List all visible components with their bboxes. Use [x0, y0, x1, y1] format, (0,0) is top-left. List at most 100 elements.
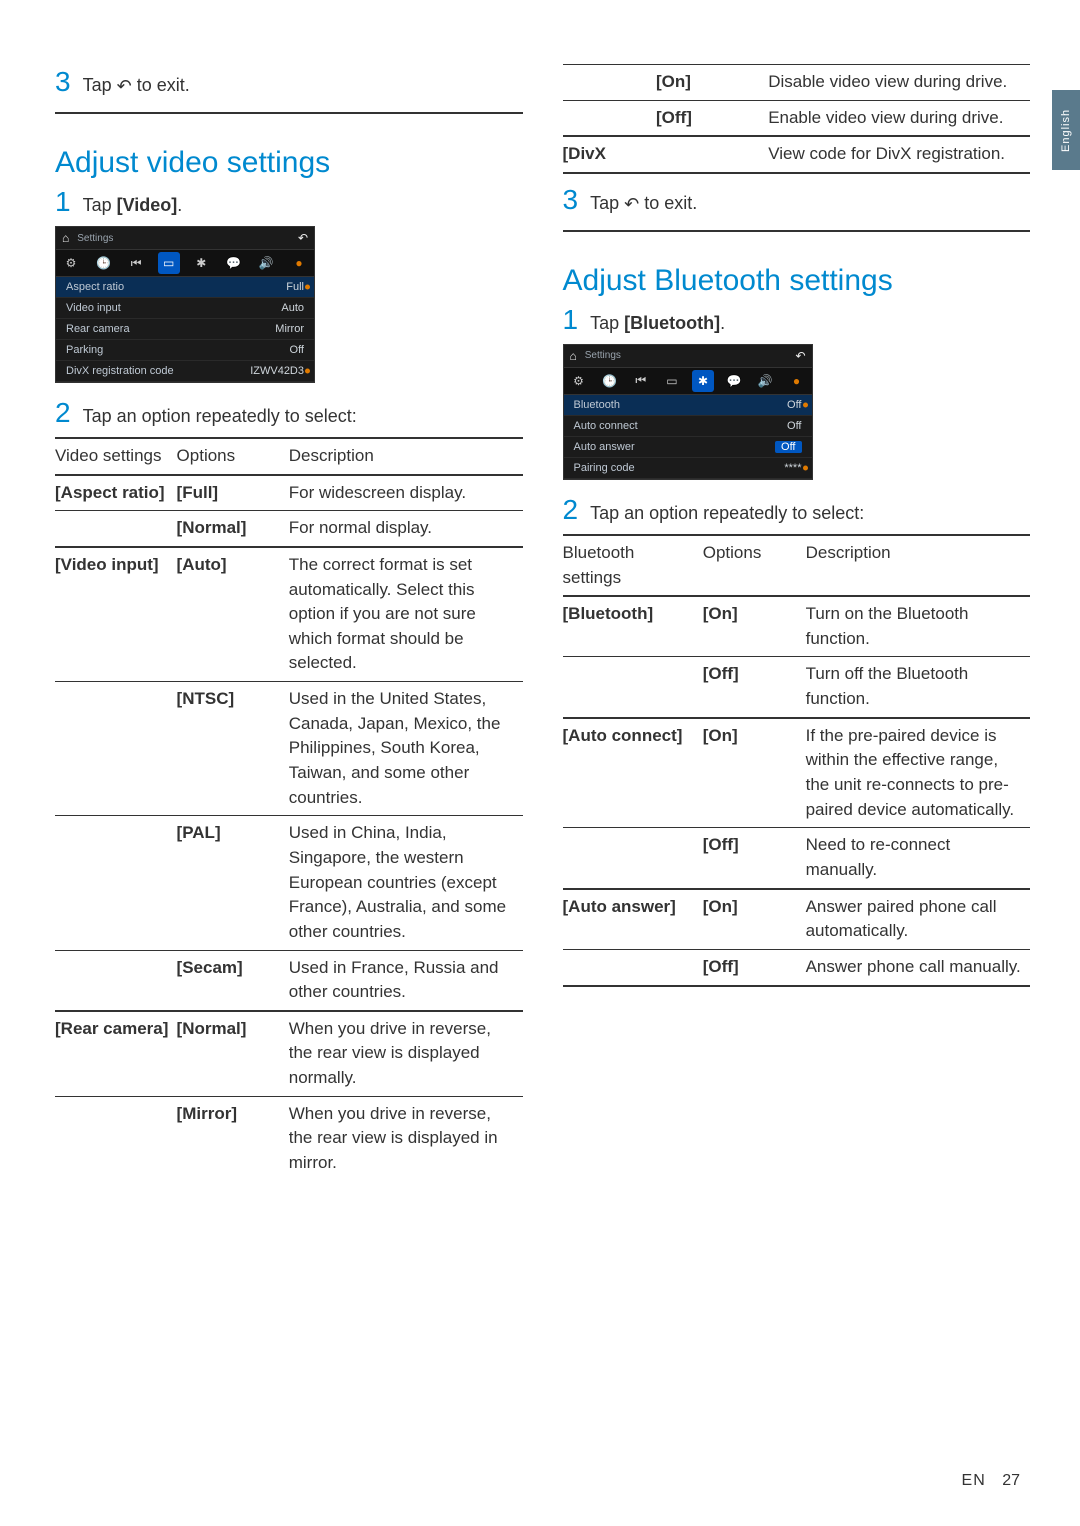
scroll-dot-icon: [305, 369, 310, 374]
cell-description: View code for DivX registration.: [768, 136, 1030, 173]
text: .: [720, 313, 725, 333]
back-icon: ↶: [624, 194, 639, 215]
back-icon: ↶: [795, 349, 805, 363]
cell-setting: [563, 828, 703, 889]
cell-setting: [563, 100, 657, 136]
table-row: [Off]Turn off the Bluetooth function.: [563, 657, 1031, 718]
shot-row-value: Off: [787, 399, 801, 411]
shot-row: Rear cameraMirror: [56, 319, 314, 340]
gear-icon: ⚙: [60, 252, 82, 274]
table-row: [Secam]Used in France, Russia and other …: [55, 950, 523, 1011]
heading-adjust-bluetooth: Adjust Bluetooth settings: [563, 246, 1031, 298]
shot-row-label: Bluetooth: [574, 399, 620, 411]
cell-option: [Mirror]: [177, 1096, 289, 1180]
shot-row-label: Rear camera: [66, 323, 130, 335]
back-icon: ↶: [117, 76, 132, 97]
text: Tap: [590, 193, 624, 213]
media-icon: ⏮: [125, 252, 147, 274]
shot-row-value: Off: [787, 420, 801, 432]
shot-row-label: Pairing code: [574, 462, 635, 474]
table-row: [Rear camera][Normal]When you drive in r…: [55, 1011, 523, 1096]
cell-description: Disable video view during drive.: [768, 65, 1030, 101]
cell-setting: [55, 511, 177, 547]
step-text: Tap ↶ to exit.: [83, 75, 190, 97]
footer-page: 27: [1002, 1472, 1020, 1489]
step-text: Tap ↶ to exit.: [590, 193, 697, 215]
shot-row-value: Full: [286, 281, 304, 293]
home-icon: ⌂: [570, 349, 577, 363]
shot-tabbar: ⚙ 🕒 ⏮ ▭ ✱ 💬 🔊 ●: [564, 368, 812, 395]
step-2-video: 2 Tap an option repeatedly to select:: [55, 397, 523, 429]
step-number: 1: [55, 186, 71, 218]
text: Tap: [590, 313, 624, 333]
back-icon: ↶: [298, 231, 308, 245]
shot-row: Parking Off: [56, 340, 314, 361]
shot-row-value: IZWV42D3: [250, 365, 304, 377]
shot-row-value: Off: [290, 344, 304, 356]
table-row: [DivXView code for DivX registration.: [563, 136, 1031, 173]
power-icon: ●: [288, 252, 310, 274]
text: Tap: [83, 195, 117, 215]
page-content: 3 Tap ↶ to exit. Adjust video settings 1…: [0, 0, 1080, 1241]
table-row: [Aspect ratio][Full]For widescreen displ…: [55, 475, 523, 511]
cell-option: [On]: [656, 65, 768, 101]
shot-row: Pairing code ****: [564, 458, 812, 479]
table-row: [Off]Answer phone call manually.: [563, 949, 1031, 985]
shot-row-value: Off: [775, 441, 801, 453]
cell-option: [656, 136, 768, 173]
shot-row-label: Parking: [66, 344, 103, 356]
text: .: [177, 195, 182, 215]
cell-description: Turn off the Bluetooth function.: [806, 657, 1030, 718]
text: to exit.: [639, 193, 697, 213]
cell-option: [Off]: [703, 657, 806, 718]
shot-titlebar: ⌂ Settings ↶: [56, 227, 314, 250]
table-row: [PAL]Used in China, India, Singapore, th…: [55, 816, 523, 950]
cell-description: Used in the United States, Canada, Japan…: [289, 682, 523, 816]
shot-tabbar: ⚙ 🕒 ⏮ ▭ ✱ 💬 🔊 ●: [56, 250, 314, 277]
col-video-settings: Video settings: [55, 438, 177, 475]
table-row: [Video input][Auto]The correct format is…: [55, 547, 523, 682]
chat-icon: 💬: [223, 252, 245, 274]
cell-option: [Normal]: [177, 1011, 289, 1096]
step-text: Tap an option repeatedly to select:: [590, 503, 864, 524]
cell-description: Answer phone call manually.: [806, 949, 1030, 985]
table-row: [Auto answer][On]Answer paired phone cal…: [563, 889, 1031, 950]
table-row: [Off]Need to re-connect manually.: [563, 828, 1031, 889]
cell-setting: [563, 949, 703, 985]
col-description: Description: [289, 438, 523, 475]
cell-setting: [Auto answer]: [563, 889, 703, 950]
step-number: 2: [563, 494, 579, 526]
video-options-table: Video settings Options Description [Aspe…: [55, 437, 523, 1181]
table-row: [Auto connect][On]If the pre-paired devi…: [563, 718, 1031, 828]
cell-description: Used in France, Russia and other countri…: [289, 950, 523, 1011]
bluetooth-tab-icon: ✱: [692, 370, 714, 392]
cell-setting: [55, 950, 177, 1011]
cell-description: For normal display.: [289, 511, 523, 547]
table-row: [Normal]For normal display.: [55, 511, 523, 547]
step-1-bluetooth: 1 Tap [Bluetooth].: [563, 304, 1031, 336]
scroll-dot-icon: [305, 285, 310, 290]
step-number: 3: [563, 184, 579, 216]
cell-description: Need to re-connect manually.: [806, 828, 1030, 889]
step-3-exit-right: 3 Tap ↶ to exit.: [563, 184, 1031, 216]
cell-description: Turn on the Bluetooth function.: [806, 596, 1030, 657]
cell-option: [Normal]: [177, 511, 289, 547]
video-tab-icon: ▭: [158, 252, 180, 274]
bold-label: [Video]: [117, 195, 178, 215]
cell-option: [On]: [703, 718, 806, 828]
shot-row-value: ****: [784, 462, 801, 474]
volume-icon: 🔊: [754, 370, 776, 392]
cell-setting: [Aspect ratio]: [55, 475, 177, 511]
cell-option: [Secam]: [177, 950, 289, 1011]
cell-setting: [Rear camera]: [55, 1011, 177, 1096]
cell-description: The correct format is set automatically.…: [289, 547, 523, 682]
shot-row-value: Auto: [281, 302, 304, 314]
cell-option: [On]: [703, 889, 806, 950]
shot-row-label: Aspect ratio: [66, 281, 124, 293]
cell-option: [Off]: [656, 100, 768, 136]
left-column: 3 Tap ↶ to exit. Adjust video settings 1…: [55, 60, 523, 1191]
step-number: 3: [55, 66, 71, 98]
col-description: Description: [806, 535, 1030, 596]
col-bt-settings: Bluetooth settings: [563, 535, 703, 596]
chat-icon: 💬: [723, 370, 745, 392]
